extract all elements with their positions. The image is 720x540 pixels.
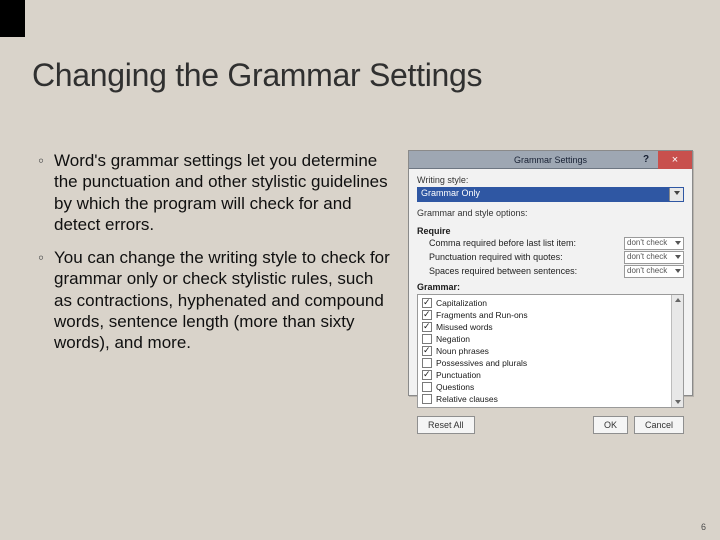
checkbox-icon[interactable] bbox=[422, 394, 432, 404]
grammar-item-label: Questions bbox=[436, 382, 474, 392]
checkbox-icon[interactable] bbox=[422, 358, 432, 368]
require-label: Comma required before last list item: bbox=[429, 238, 624, 248]
require-row: Punctuation required with quotes:don't c… bbox=[417, 250, 684, 264]
require-value: don't check bbox=[627, 238, 667, 247]
bullet: ◦ You can change the writing style to ch… bbox=[38, 247, 393, 353]
close-icon[interactable]: × bbox=[658, 151, 692, 169]
grammar-item[interactable]: Relative clauses bbox=[420, 393, 683, 405]
checkbox-icon[interactable] bbox=[422, 322, 432, 332]
grammar-item[interactable]: Misused words bbox=[420, 321, 683, 333]
grammar-item[interactable]: Noun phrases bbox=[420, 345, 683, 357]
require-value: don't check bbox=[627, 252, 667, 261]
grammar-heading: Grammar: bbox=[417, 282, 684, 292]
writing-style-value: Grammar Only bbox=[421, 188, 480, 198]
cancel-button[interactable]: Cancel bbox=[634, 416, 684, 434]
chevron-down-icon bbox=[675, 241, 681, 245]
grammar-item[interactable]: Fragments and Run-ons bbox=[420, 309, 683, 321]
reset-all-button[interactable]: Reset All bbox=[417, 416, 475, 434]
chevron-down-icon bbox=[674, 191, 680, 195]
grammar-item-label: Noun phrases bbox=[436, 346, 489, 356]
grammar-item[interactable]: Negation bbox=[420, 333, 683, 345]
bullet-text: Word's grammar settings let you determin… bbox=[54, 150, 393, 235]
checkbox-icon[interactable] bbox=[422, 334, 432, 344]
bullet-text: You can change the writing style to chec… bbox=[54, 247, 393, 353]
grammar-settings-dialog: Grammar Settings ? × Writing style: Gram… bbox=[408, 150, 693, 396]
grammar-item[interactable]: Questions bbox=[420, 381, 683, 393]
grammar-list: Capitalization Fragments and Run-ons Misus… bbox=[417, 294, 684, 408]
checkbox-icon[interactable] bbox=[422, 382, 432, 392]
require-value: don't check bbox=[627, 266, 667, 275]
checkbox-icon[interactable] bbox=[422, 298, 432, 308]
grammar-item-label: Punctuation bbox=[436, 370, 481, 380]
dialog-buttons: Reset All OK Cancel bbox=[409, 410, 692, 440]
writing-style-label: Writing style: bbox=[417, 175, 684, 185]
grammar-item[interactable]: Possessives and plurals bbox=[420, 357, 683, 369]
bullet-marker: ◦ bbox=[38, 150, 54, 235]
grammar-item[interactable]: Capitalization bbox=[420, 297, 683, 309]
grammar-item-label: Capitalization bbox=[436, 298, 487, 308]
ok-button[interactable]: OK bbox=[593, 416, 628, 434]
checkbox-icon[interactable] bbox=[422, 346, 432, 356]
grammar-item[interactable]: Punctuation bbox=[420, 369, 683, 381]
require-select[interactable]: don't check bbox=[624, 251, 684, 264]
grammar-item-label: Negation bbox=[436, 334, 470, 344]
require-heading: Require bbox=[417, 226, 684, 236]
page-title: Changing the Grammar Settings bbox=[32, 57, 482, 94]
chevron-down-icon bbox=[675, 269, 681, 273]
body-text: ◦ Word's grammar settings let you determ… bbox=[38, 150, 393, 365]
grammar-item-label: Possessives and plurals bbox=[436, 358, 527, 368]
require-select[interactable]: don't check bbox=[624, 265, 684, 278]
help-icon[interactable]: ? bbox=[638, 152, 654, 168]
require-select[interactable]: don't check bbox=[624, 237, 684, 250]
dialog-body: Writing style: Grammar Only Grammar and … bbox=[409, 169, 692, 410]
grammar-item-label: Fragments and Run-ons bbox=[436, 310, 528, 320]
chevron-down-icon bbox=[675, 255, 681, 259]
dialog-title: Grammar Settings bbox=[514, 154, 587, 164]
options-label: Grammar and style options: bbox=[417, 208, 684, 218]
grammar-item-label: Relative clauses bbox=[436, 394, 498, 404]
scrollbar[interactable] bbox=[671, 295, 683, 407]
deco-black-box bbox=[0, 0, 25, 37]
checkbox-icon[interactable] bbox=[422, 310, 432, 320]
require-row: Comma required before last list item:don… bbox=[417, 236, 684, 250]
writing-style-select[interactable]: Grammar Only bbox=[417, 187, 684, 202]
bullet: ◦ Word's grammar settings let you determ… bbox=[38, 150, 393, 235]
bullet-marker: ◦ bbox=[38, 247, 54, 353]
page-number: 6 bbox=[701, 522, 706, 532]
require-label: Punctuation required with quotes: bbox=[429, 252, 624, 262]
require-row: Spaces required between sentences:don't … bbox=[417, 264, 684, 278]
grammar-item-label: Misused words bbox=[436, 322, 493, 332]
dialog-titlebar: Grammar Settings ? × bbox=[409, 151, 692, 169]
require-label: Spaces required between sentences: bbox=[429, 266, 624, 276]
checkbox-icon[interactable] bbox=[422, 370, 432, 380]
